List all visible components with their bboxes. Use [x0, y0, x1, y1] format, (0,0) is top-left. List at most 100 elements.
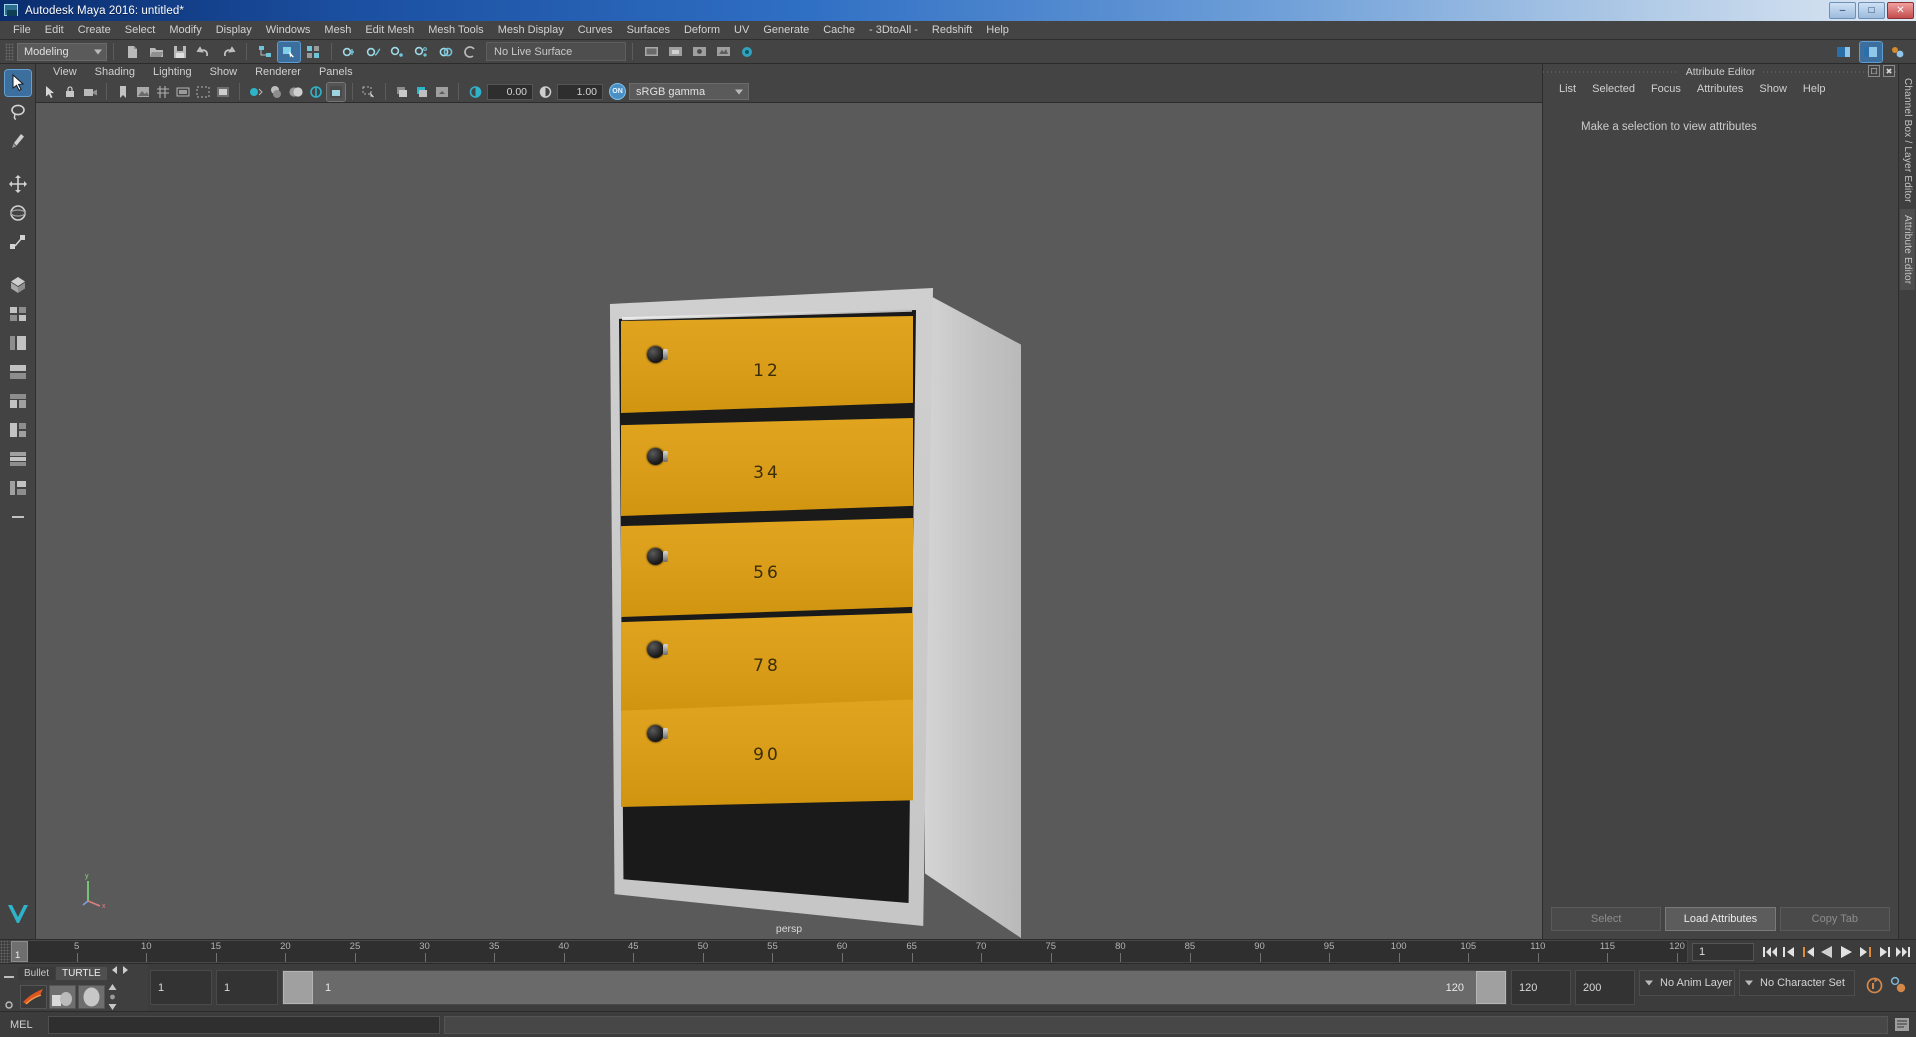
- ae-menu-focus[interactable]: Focus: [1643, 80, 1689, 99]
- smooth-shade-all-icon[interactable]: [267, 83, 285, 101]
- range-slider-end-handle[interactable]: [1476, 971, 1506, 1004]
- snap-to-view-plane-icon[interactable]: [435, 42, 457, 62]
- exposure-field[interactable]: 0.00: [487, 83, 533, 100]
- use-all-lights-icon[interactable]: [307, 83, 325, 101]
- step-back-key-icon[interactable]: [1799, 943, 1817, 961]
- ae-menu-attributes[interactable]: Attributes: [1689, 80, 1751, 99]
- shelf-menu-icon[interactable]: [3, 968, 15, 986]
- gate-mask-icon[interactable]: [214, 83, 232, 101]
- turtle-bake-icon[interactable]: [49, 984, 76, 1009]
- range-end-field[interactable]: 120: [1511, 970, 1571, 1005]
- command-input[interactable]: [48, 1015, 440, 1034]
- range-slider-start-handle[interactable]: [283, 971, 313, 1004]
- step-forward-frame-icon[interactable]: [1875, 943, 1893, 961]
- select-objects-icon[interactable]: [41, 83, 59, 101]
- panel-menu-view[interactable]: View: [44, 64, 86, 81]
- shelf-prev-icon[interactable]: [110, 962, 119, 980]
- panel-menu-renderer[interactable]: Renderer: [246, 64, 310, 81]
- menu-windows[interactable]: Windows: [259, 21, 318, 40]
- maximize-button[interactable]: □: [1858, 2, 1885, 19]
- tool-settings-toggle-icon[interactable]: [1887, 42, 1909, 62]
- attribute-editor-toggle-icon[interactable]: [1859, 41, 1883, 63]
- menu-set-selector[interactable]: Modeling: [17, 42, 107, 61]
- step-back-frame-icon[interactable]: [1780, 943, 1798, 961]
- render-settings-icon[interactable]: [712, 42, 734, 62]
- shaded-and-textured-icon[interactable]: [287, 83, 305, 101]
- menu-surfaces[interactable]: Surfaces: [620, 21, 677, 40]
- menu-redshift[interactable]: Redshift: [925, 21, 979, 40]
- menu-mesh-tools[interactable]: Mesh Tools: [421, 21, 490, 40]
- step-forward-key-icon[interactable]: [1856, 943, 1874, 961]
- load-attributes-button[interactable]: Load Attributes: [1665, 907, 1776, 931]
- ipr-render-icon[interactable]: [688, 42, 710, 62]
- undo-icon[interactable]: [193, 42, 215, 62]
- xray-icon[interactable]: [326, 81, 346, 102]
- lock-camera-icon[interactable]: [61, 83, 79, 101]
- menu-curves[interactable]: Curves: [571, 21, 620, 40]
- render-view-icon[interactable]: [640, 42, 662, 62]
- perspective-viewport[interactable]: 12 34 56 78 90 y x persp: [36, 103, 1542, 939]
- go-to-start-icon[interactable]: [1761, 943, 1779, 961]
- ae-menu-show[interactable]: Show: [1751, 80, 1795, 99]
- shelf-tab-turtle[interactable]: TURTLE: [56, 967, 107, 980]
- xray-joints-icon[interactable]: [393, 83, 411, 101]
- select-by-object-icon[interactable]: [277, 40, 301, 63]
- go-to-end-icon[interactable]: [1894, 943, 1912, 961]
- panel-menu-panels[interactable]: Panels: [310, 64, 362, 81]
- shelf-tab-bullet[interactable]: Bullet: [18, 967, 56, 980]
- time-slider-track[interactable]: 1 5 10 15 20 25 30 35 40 45 50 55 60 65 70 75 80 85 90 95 1…: [10, 940, 1688, 963]
- select-by-component-icon[interactable]: [302, 42, 324, 62]
- menu-modify[interactable]: Modify: [162, 21, 208, 40]
- shelf-spin-buttons[interactable]: [107, 983, 118, 1010]
- rotate-tool[interactable]: [5, 200, 31, 226]
- play-backwards-icon[interactable]: [1818, 943, 1836, 961]
- time-slider-cursor[interactable]: 1: [11, 941, 28, 962]
- animation-preferences-icon[interactable]: [1889, 976, 1908, 1000]
- snap-to-curve-icon[interactable]: [363, 42, 385, 62]
- time-slider-grip[interactable]: [0, 940, 10, 963]
- snap-to-projected-center-icon[interactable]: [411, 42, 433, 62]
- isolate-select-icon[interactable]: [360, 83, 378, 101]
- grid-toggle-icon[interactable]: [154, 83, 172, 101]
- menu-3dtoall[interactable]: - 3DtoAll -: [862, 21, 925, 40]
- anim-layer-selector[interactable]: No Anim Layer: [1639, 970, 1735, 996]
- hypershade-icon[interactable]: [736, 42, 758, 62]
- camera-attributes-icon[interactable]: [81, 83, 99, 101]
- script-editor-icon[interactable]: [1892, 1016, 1912, 1034]
- two-pane-stacked-layout[interactable]: [5, 475, 31, 501]
- select-button[interactable]: Select: [1551, 907, 1662, 931]
- screenshot-icon[interactable]: [433, 83, 451, 101]
- paint-select-tool[interactable]: [5, 128, 31, 154]
- contrast-icon[interactable]: [536, 83, 554, 101]
- more-layouts-button[interactable]: [5, 504, 31, 530]
- menu-select[interactable]: Select: [118, 21, 163, 40]
- tab-channel-box-layer-editor[interactable]: Channel Box / Layer Editor: [1900, 72, 1915, 209]
- panel-menu-show[interactable]: Show: [201, 64, 247, 81]
- bookmarks-icon[interactable]: [114, 83, 132, 101]
- close-panel-icon[interactable]: ✖: [1883, 65, 1895, 77]
- menu-edit-mesh[interactable]: Edit Mesh: [358, 21, 421, 40]
- close-button[interactable]: ✕: [1887, 2, 1914, 19]
- auto-key-icon[interactable]: [1865, 976, 1884, 1000]
- film-gate-icon[interactable]: [174, 83, 192, 101]
- persp-graph-layout[interactable]: [5, 359, 31, 385]
- menu-uv[interactable]: UV: [727, 21, 756, 40]
- menu-cache[interactable]: Cache: [816, 21, 862, 40]
- lasso-select-tool[interactable]: [5, 99, 31, 125]
- redo-icon[interactable]: [217, 42, 239, 62]
- select-by-hierarchy-icon[interactable]: [254, 42, 276, 62]
- menu-display[interactable]: Display: [209, 21, 259, 40]
- resolution-gate-icon[interactable]: [194, 83, 212, 101]
- command-language-label[interactable]: MEL: [4, 1019, 44, 1031]
- animation-start-field[interactable]: 1: [150, 970, 212, 1005]
- menu-create[interactable]: Create: [71, 21, 118, 40]
- play-forwards-icon[interactable]: [1837, 943, 1855, 961]
- menu-mesh[interactable]: Mesh: [317, 21, 358, 40]
- ae-menu-help[interactable]: Help: [1795, 80, 1834, 99]
- status-line-grip[interactable]: [5, 42, 14, 61]
- open-scene-icon[interactable]: [145, 42, 167, 62]
- current-frame-field[interactable]: 1: [1692, 942, 1754, 961]
- live-surface-field[interactable]: No Live Surface: [486, 42, 626, 61]
- new-scene-icon[interactable]: [121, 42, 143, 62]
- color-space-selector[interactable]: sRGB gamma: [629, 83, 749, 100]
